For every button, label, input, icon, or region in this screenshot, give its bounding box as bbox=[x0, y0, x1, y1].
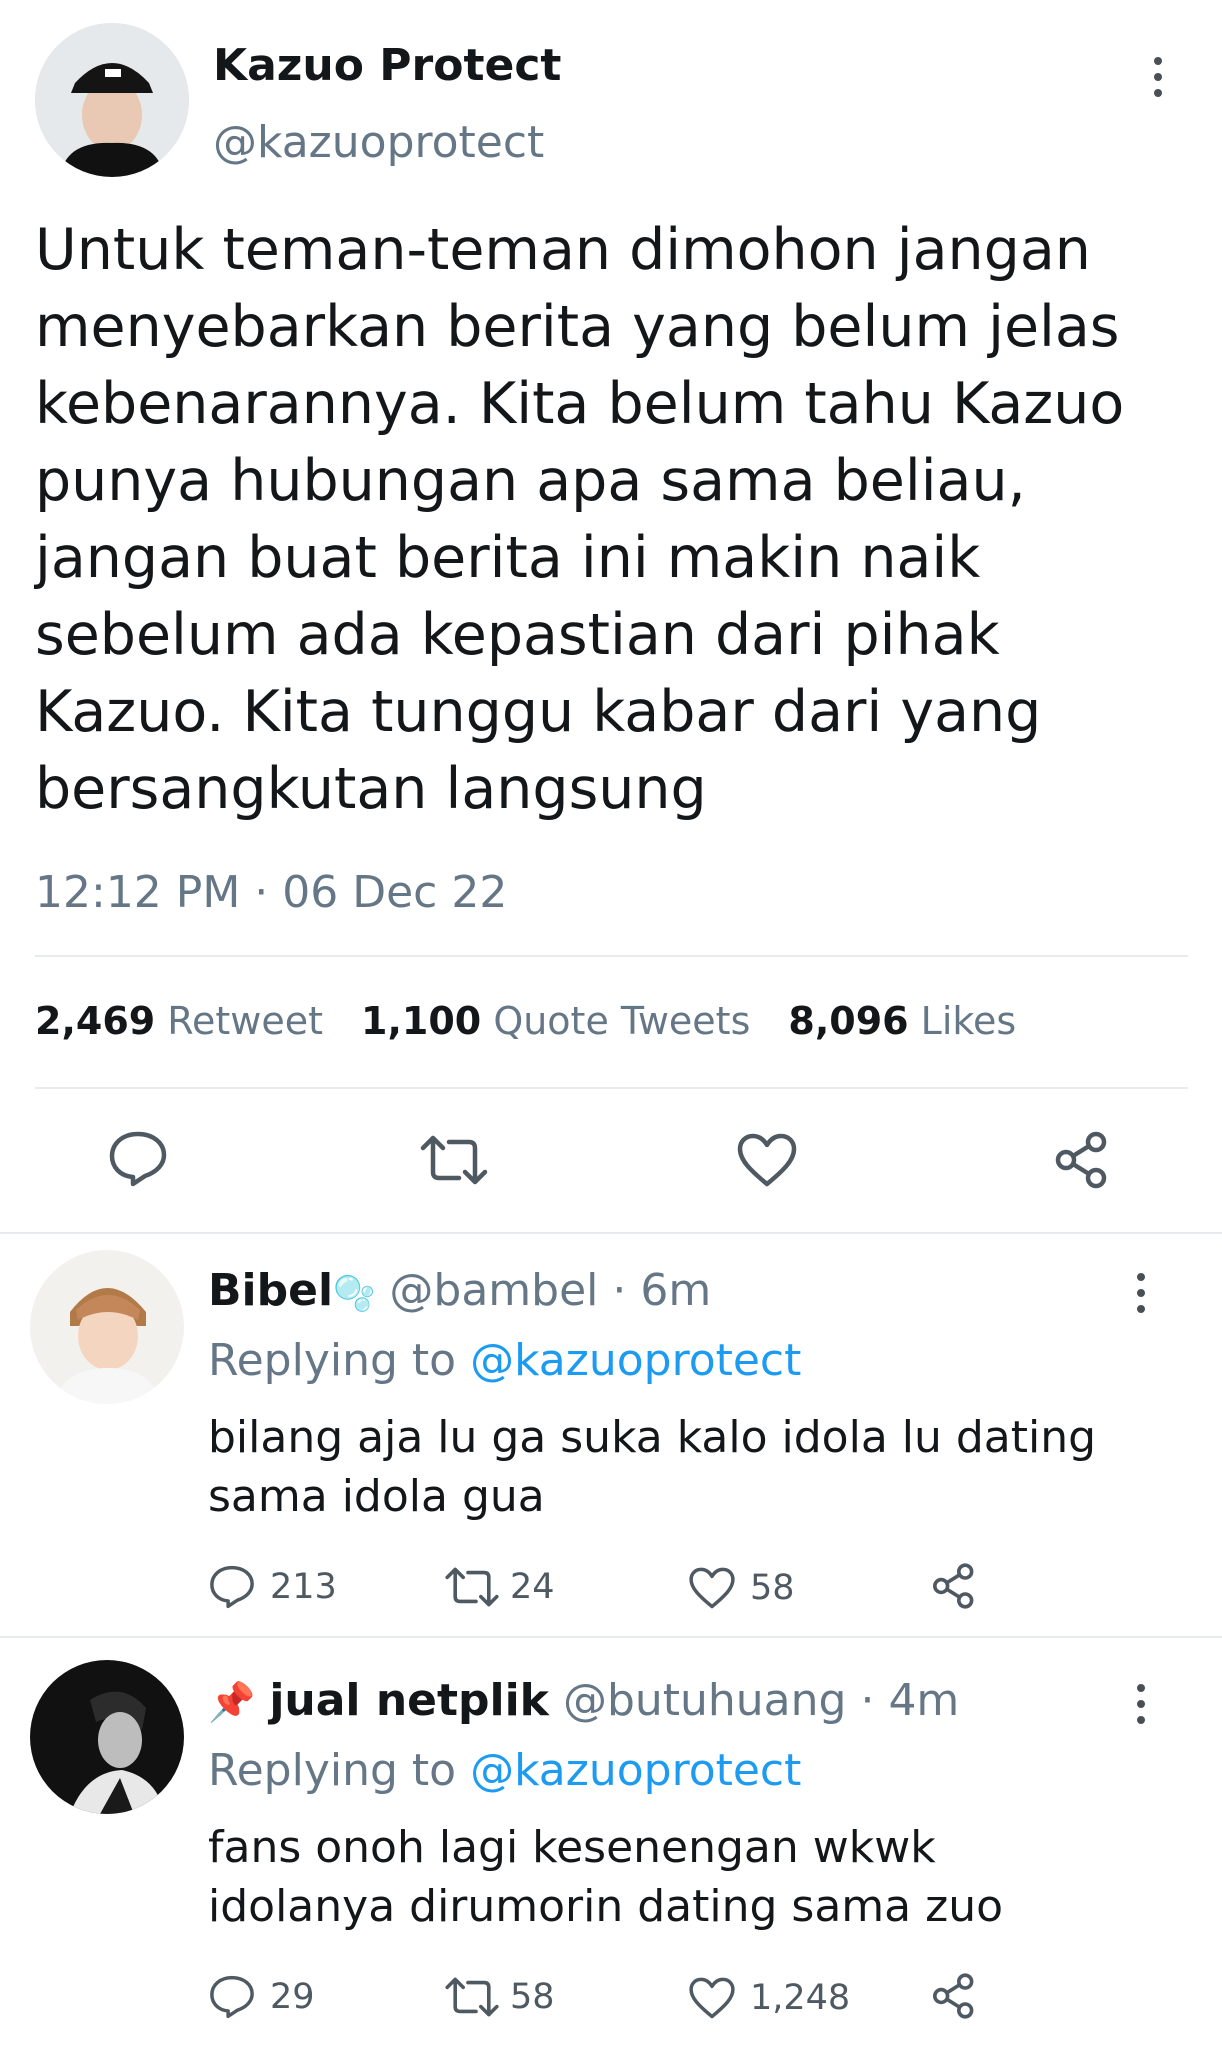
heart-icon bbox=[689, 1567, 735, 1609]
reply-text: bilang aja lu ga suka kalo idola lu dati… bbox=[208, 1408, 1096, 1526]
share-icon bbox=[1055, 1131, 1107, 1189]
reply-button[interactable]: 29 bbox=[208, 1974, 315, 2020]
likes-count: 8,096 bbox=[788, 999, 909, 1043]
tweet-stats: 2,469 Retweet 1,100 Quote Tweets 8,096 L… bbox=[35, 999, 1016, 1043]
replying-to: Replying to @kazuoprotect bbox=[208, 1745, 801, 1796]
more-options-icon[interactable] bbox=[1131, 1273, 1151, 1313]
like-count: 1,248 bbox=[750, 1978, 851, 2018]
user-handle[interactable]: @kazuoprotect bbox=[213, 117, 544, 168]
retweet-count: 2,469 bbox=[35, 999, 156, 1043]
heart-icon bbox=[737, 1133, 797, 1187]
post-time: · 6m bbox=[612, 1265, 712, 1316]
retweet-stat[interactable]: 2,469 Retweet bbox=[35, 999, 323, 1043]
like-count: 58 bbox=[750, 1568, 795, 1608]
reply-icon bbox=[109, 1131, 167, 1187]
tweet-text: Untuk teman-teman dimohon jangan menyeba… bbox=[35, 212, 1124, 828]
reply-text: fans onoh lagi kesenengan wkwk idolanya … bbox=[208, 1818, 1003, 1936]
reply-icon bbox=[210, 1565, 254, 1609]
like-button[interactable]: 58 bbox=[688, 1566, 795, 1610]
likes-stat-label: Likes bbox=[920, 999, 1017, 1043]
share-button[interactable] bbox=[930, 1562, 978, 1610]
quote-stat-label: Quote Tweets bbox=[493, 999, 751, 1043]
heart-icon bbox=[689, 1977, 735, 2019]
tweet-text-line: bersangkutan langsung bbox=[35, 756, 707, 822]
retweet-button[interactable]: 58 bbox=[444, 1976, 555, 2018]
retweet-icon bbox=[420, 1135, 488, 1185]
share-button[interactable] bbox=[930, 1972, 978, 2020]
avatar[interactable] bbox=[30, 1250, 184, 1404]
reply-button[interactable] bbox=[107, 1130, 169, 1188]
retweet-button[interactable] bbox=[419, 1134, 489, 1186]
reply-header: 📌 jual netplik @butuhuang · 4m bbox=[208, 1675, 959, 1726]
reply-text-line: idolanya dirumorin dating sama zuo bbox=[208, 1881, 1004, 1932]
reply-text-line: fans onoh lagi kesenengan wkwk bbox=[208, 1822, 936, 1873]
divider bbox=[35, 955, 1188, 957]
display-name[interactable]: jual netplik bbox=[269, 1675, 549, 1726]
avatar-image bbox=[35, 23, 189, 177]
like-button[interactable]: 1,248 bbox=[688, 1976, 850, 2020]
tweet-text-line: kebenarannya. Kita belum tahu Kazuo bbox=[35, 371, 1125, 437]
tweet-text-line: jangan buat berita ini makin naik bbox=[35, 525, 981, 591]
divider bbox=[35, 1087, 1188, 1089]
divider bbox=[0, 1232, 1222, 1234]
quote-stat[interactable]: 1,100 Quote Tweets bbox=[361, 999, 750, 1043]
share-icon bbox=[933, 1563, 974, 1609]
tweet-text-line: sebelum ada kepastian dari pihak bbox=[35, 602, 1000, 668]
divider bbox=[0, 1636, 1222, 1638]
reply-text-line: bilang aja lu ga suka kalo idola lu dati… bbox=[208, 1412, 1097, 1463]
like-button[interactable] bbox=[736, 1132, 798, 1188]
reply-text-line: sama idola gua bbox=[208, 1471, 545, 1522]
replying-to-link[interactable]: @kazuoprotect bbox=[470, 1745, 801, 1796]
avatar-image bbox=[30, 1660, 184, 1814]
likes-stat[interactable]: 8,096 Likes bbox=[788, 999, 1016, 1043]
post-time: · 4m bbox=[860, 1675, 960, 1726]
retweet-button[interactable]: 24 bbox=[444, 1566, 555, 1608]
more-options-icon[interactable] bbox=[1131, 1684, 1151, 1724]
retweet-count: 58 bbox=[510, 1977, 555, 2017]
display-name[interactable]: Bibel bbox=[208, 1265, 333, 1316]
tweet-timestamp: 12:12 PM · 06 Dec 22 bbox=[35, 867, 508, 918]
retweet-icon bbox=[445, 1567, 499, 1607]
share-button[interactable] bbox=[1052, 1130, 1112, 1190]
replying-to-label: Replying to bbox=[208, 1745, 457, 1796]
retweet-count: 24 bbox=[510, 1567, 555, 1607]
reply-header: Bibel🫧 @bambel · 6m bbox=[208, 1265, 711, 1316]
user-handle[interactable]: @bambel bbox=[389, 1265, 598, 1316]
user-handle[interactable]: @butuhuang bbox=[563, 1675, 847, 1726]
quote-count: 1,100 bbox=[361, 999, 482, 1043]
reply-count: 29 bbox=[270, 1977, 315, 2017]
share-icon bbox=[933, 1973, 974, 2019]
tweet-text-line: Kazuo. Kita tunggu kabar dari yang bbox=[35, 679, 1042, 745]
replying-to: Replying to @kazuoprotect bbox=[208, 1335, 801, 1386]
avatar-image bbox=[30, 1250, 184, 1404]
display-name[interactable]: Kazuo Protect bbox=[213, 40, 561, 91]
bubbles-emoji: 🫧 bbox=[333, 1274, 376, 1314]
more-options-icon[interactable] bbox=[1148, 57, 1168, 97]
replying-to-link[interactable]: @kazuoprotect bbox=[470, 1335, 801, 1386]
reply-icon bbox=[210, 1975, 254, 2019]
reply-count: 213 bbox=[270, 1567, 337, 1607]
retweet-icon bbox=[445, 1977, 499, 2017]
reply-button[interactable]: 213 bbox=[208, 1564, 337, 1610]
replying-to-label: Replying to bbox=[208, 1335, 457, 1386]
tweet-text-line: menyebarkan berita yang belum jelas bbox=[35, 294, 1120, 360]
retweet-stat-label: Retweet bbox=[167, 999, 324, 1043]
tweet-text-line: punya hubungan apa sama beliau, bbox=[35, 448, 1026, 514]
pin-emoji: 📌 bbox=[208, 1680, 256, 1724]
avatar[interactable] bbox=[35, 23, 189, 177]
tweet-text-line: Untuk teman-teman dimohon jangan bbox=[35, 217, 1091, 283]
avatar[interactable] bbox=[30, 1660, 184, 1814]
